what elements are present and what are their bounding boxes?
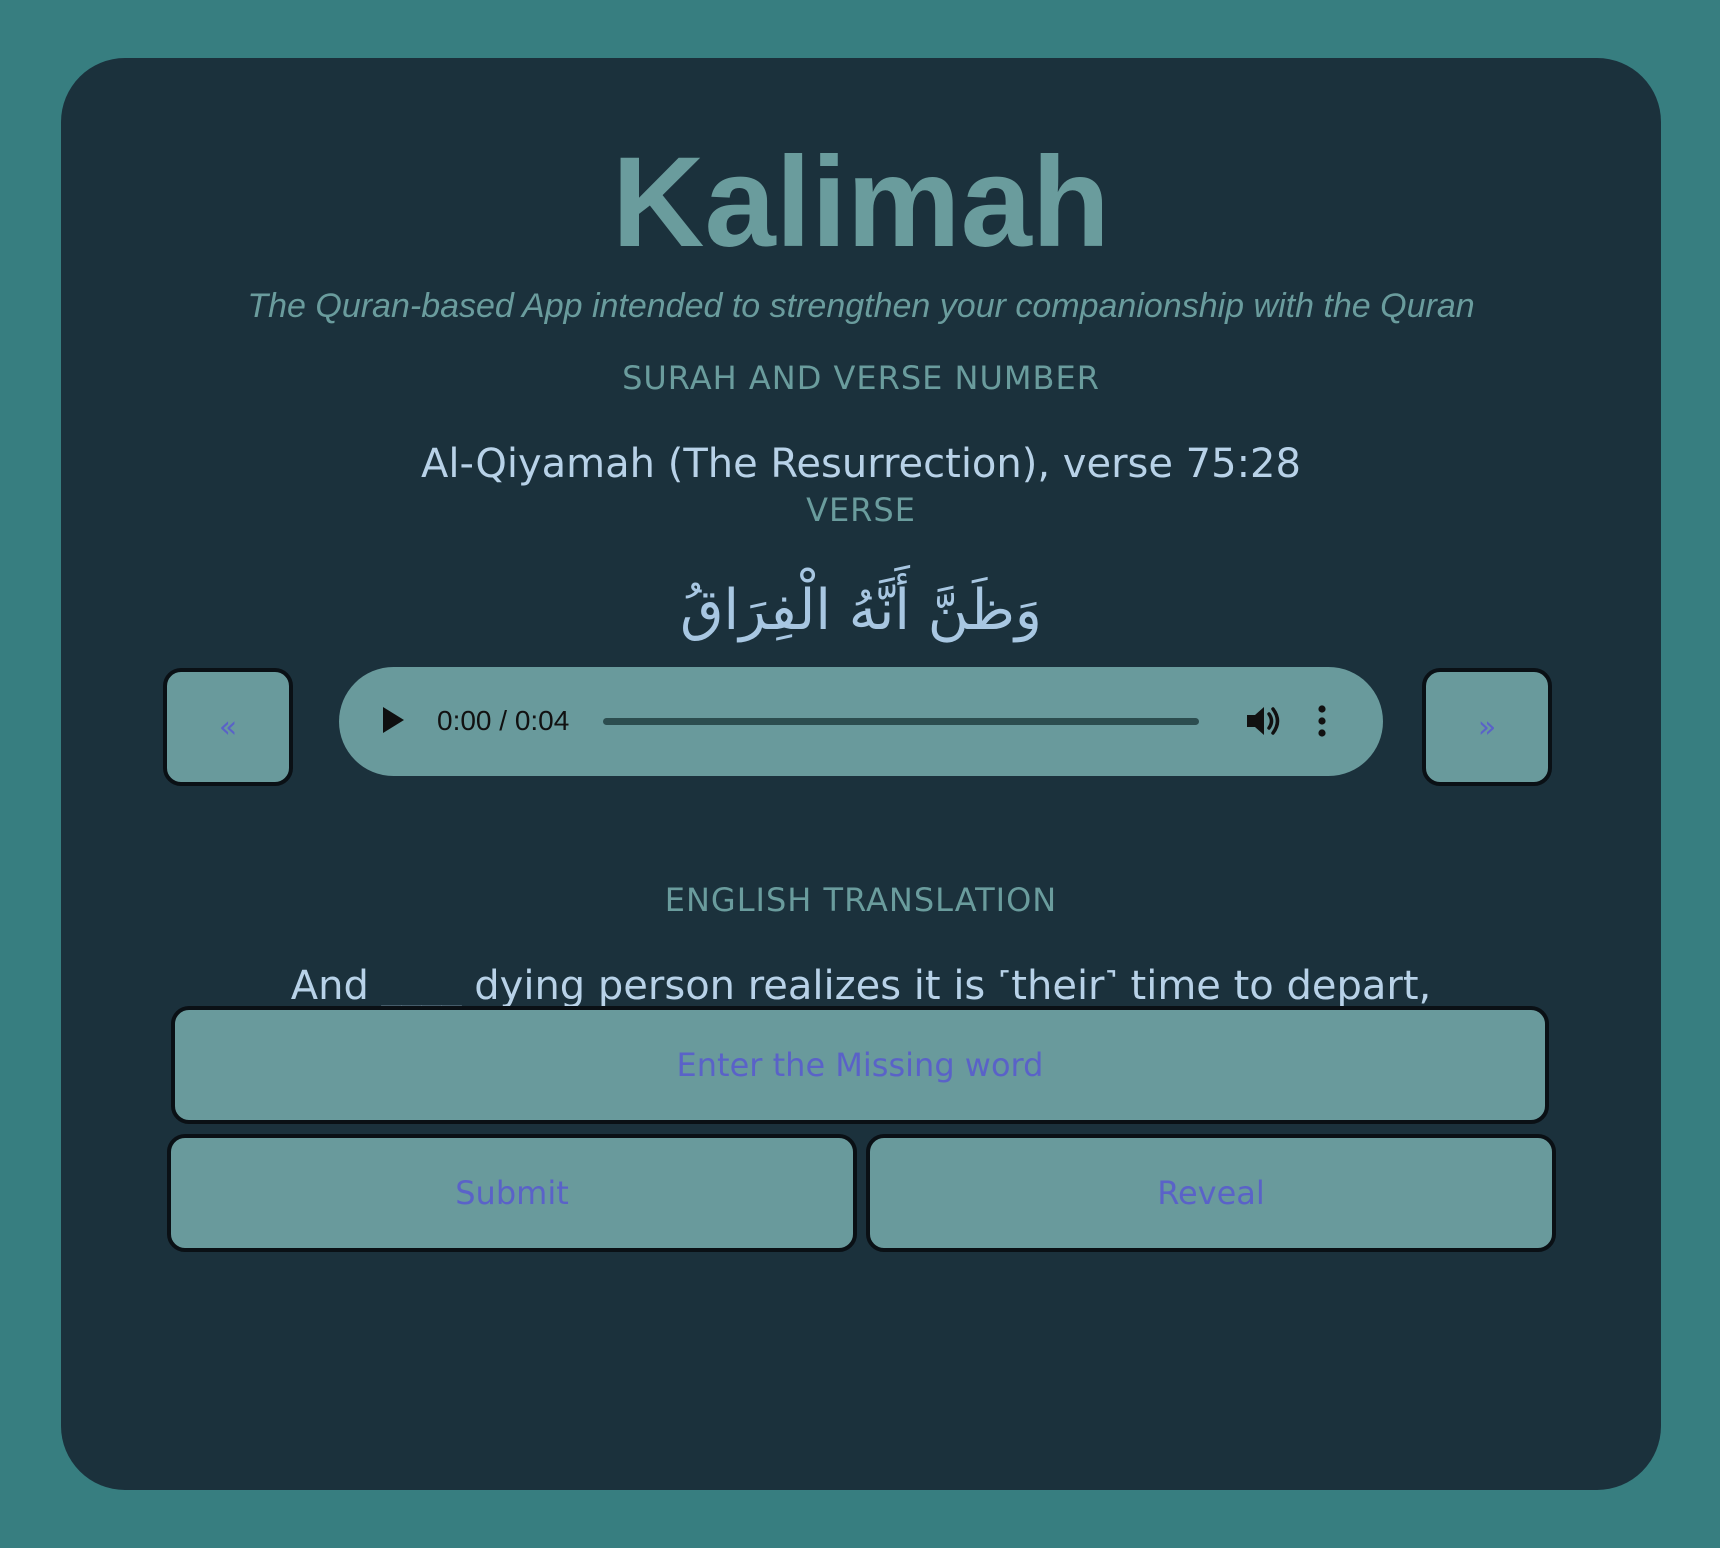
surah-label: SURAH AND VERSE NUMBER <box>622 359 1100 397</box>
previous-verse-button[interactable]: « <box>163 668 293 786</box>
audio-time: 0:00 / 0:04 <box>437 705 570 736</box>
submit-button[interactable]: Submit <box>167 1134 857 1252</box>
translation-label: ENGLISH TRANSLATION <box>664 881 1058 919</box>
next-verse-button[interactable]: » <box>1422 668 1552 786</box>
app-title: Kalimah <box>612 131 1110 274</box>
reveal-button-label: Reveal <box>1157 1174 1265 1212</box>
previous-verse-label: « <box>218 709 238 745</box>
audio-player: 0:00 / 0:04 <box>339 667 1383 776</box>
submit-button-label: Submit <box>455 1174 569 1212</box>
verse-arabic-text: وَظَنَّ أَنَّهُ الْفِرَاقُ <box>680 578 1042 643</box>
more-vertical-icon[interactable] <box>1315 703 1329 739</box>
missing-word-input[interactable] <box>171 1006 1549 1124</box>
app-tagline: The Quran-based App intended to strength… <box>247 287 1475 325</box>
play-icon[interactable] <box>383 707 404 733</box>
translation-text: And ____ dying person realizes it is ˹th… <box>290 963 1432 1009</box>
surah-verse-number: Al-Qiyamah (The Resurrection), verse 75:… <box>421 441 1301 487</box>
audio-progress-bar[interactable] <box>603 718 1199 725</box>
verse-label: VERSE <box>806 491 916 529</box>
reveal-button[interactable]: Reveal <box>866 1134 1556 1252</box>
volume-icon[interactable] <box>1245 703 1285 739</box>
next-verse-label: » <box>1477 709 1497 745</box>
main-card: Kalimah The Quran-based App intended to … <box>61 58 1661 1490</box>
